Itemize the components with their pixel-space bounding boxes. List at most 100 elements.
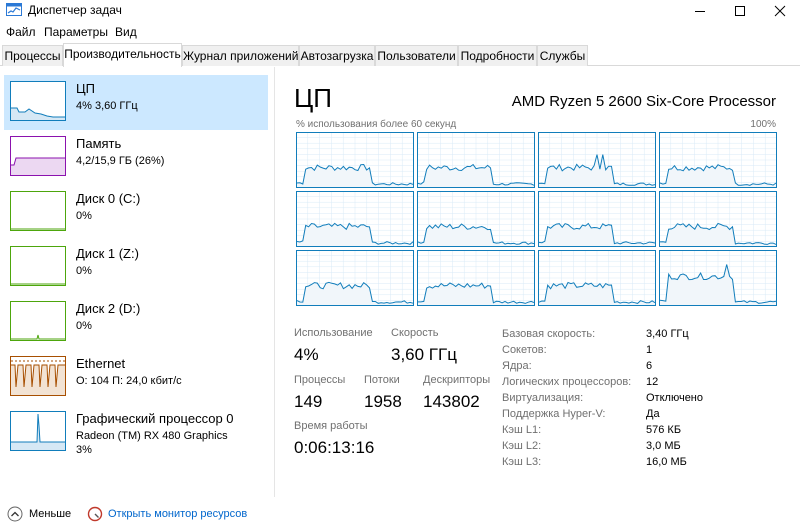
bottom-bar: Меньше Открыть монитор ресурсов [0, 500, 800, 529]
processes-label: Процессы [294, 374, 346, 386]
sidebar-item-cpu[interactable]: ЦП 4% 3,60 ГГц [4, 75, 268, 130]
core-graph [659, 250, 777, 306]
info-label: Поддержка Hyper-V: [502, 408, 606, 420]
handles-value: 143802 [423, 392, 480, 411]
tab-services[interactable]: Службы [537, 45, 588, 66]
resource-monitor-icon [87, 506, 103, 525]
core-graph [296, 250, 414, 306]
threads-label: Потоки [364, 374, 400, 386]
sidebar-item-ethernet[interactable]: Ethernet О: 104 П: 24,0 кбит/с [4, 350, 268, 405]
open-resource-monitor-link[interactable]: Открыть монитор ресурсов [108, 508, 247, 520]
info-label: Виртуализация: [502, 392, 584, 404]
minimize-button[interactable] [680, 0, 720, 21]
tab-bar: Процессы Производительность Журнал прило… [0, 43, 800, 67]
sidebar-item-gpu-model: Radeon (TM) RX 480 Graphics [76, 430, 228, 442]
core-graph [538, 250, 656, 306]
sidebar-item-disk-0[interactable]: Диск 0 (C:) 0% [4, 185, 268, 240]
page-title: ЦП [294, 83, 332, 113]
tab-app-history[interactable]: Журнал приложений [182, 45, 299, 66]
core-graph [659, 191, 777, 247]
sidebar-item-memory[interactable]: Память 4,2/15,9 ГБ (26%) [4, 130, 268, 185]
tab-users[interactable]: Пользователи [375, 45, 458, 66]
sidebar-item-disk-1[interactable]: Диск 1 (Z:) 0% [4, 240, 268, 295]
info-value: 1 [646, 344, 653, 356]
sidebar-item-label: ЦП [76, 81, 95, 96]
menu-options[interactable]: Параметры [44, 25, 108, 39]
info-value: 12 [646, 376, 659, 388]
sidebar-item-value: 4,2/15,9 ГБ (26%) [76, 155, 165, 167]
usage-value: 4% [294, 345, 319, 364]
memory-thumbnail [10, 136, 66, 176]
window-title: Диспетчер задач [28, 3, 122, 17]
title-bar: Диспетчер задач [0, 0, 800, 21]
sidebar-item-label: Графический процессор 0 [76, 411, 234, 426]
sidebar-item-label: Диск 1 (Z:) [76, 246, 139, 261]
sidebar-item-label: Ethernet [76, 356, 126, 371]
cpu-core-graphs [296, 132, 777, 309]
core-graph [417, 250, 535, 306]
chevron-up-icon[interactable] [7, 506, 23, 525]
core-graph [538, 132, 656, 188]
sidebar-item-value: 0% [76, 265, 92, 277]
core-graph [417, 132, 535, 188]
uptime-label: Время работы [294, 420, 368, 432]
sidebar-item-gpu[interactable]: Графический процессор 0 Radeon (TM) RX 4… [4, 405, 268, 467]
maximize-button[interactable] [720, 0, 760, 21]
info-value: 6 [646, 360, 653, 372]
core-graph [417, 191, 535, 247]
info-value: Отключено [646, 392, 703, 404]
speed-value: 3,60 ГГц [391, 345, 457, 364]
graph-caption: % использования более 60 секунд [296, 119, 457, 130]
info-label: Ядра: [502, 360, 532, 372]
disk-0-thumbnail [10, 191, 66, 231]
core-graph [538, 191, 656, 247]
info-value: 3,0 МБ [646, 440, 681, 452]
performance-panel: ЦП AMD Ryzen 5 2600 Six-Core Processor %… [276, 67, 800, 497]
tab-startup[interactable]: Автозагрузка [299, 45, 375, 66]
core-graph [296, 191, 414, 247]
core-graph [659, 132, 777, 188]
uptime-value: 0:06:13:16 [294, 438, 375, 457]
info-label: Кэш L2: [502, 440, 542, 452]
info-label: Кэш L1: [502, 424, 542, 436]
menu-file[interactable]: Файл [6, 25, 36, 39]
task-manager-icon [6, 3, 22, 18]
fewer-details-button[interactable]: Меньше [29, 508, 71, 520]
info-label: Сокетов: [502, 344, 547, 356]
info-label: Логических процессоров: [502, 376, 632, 388]
tab-performance[interactable]: Производительность [63, 43, 182, 67]
handles-label: Дескрипторы [423, 374, 491, 386]
disk-1-thumbnail [10, 246, 66, 286]
info-label: Кэш L3: [502, 456, 542, 468]
sidebar-item-value: 3% [76, 444, 92, 456]
cpu-thumbnail [10, 81, 66, 121]
sidebar-item-value: 0% [76, 210, 92, 222]
threads-value: 1958 [364, 392, 402, 411]
core-graph [296, 132, 414, 188]
info-label: Базовая скорость: [502, 328, 596, 340]
ethernet-thumbnail [10, 356, 66, 396]
speed-label: Скорость [391, 327, 439, 339]
processes-value: 149 [294, 392, 323, 411]
sidebar-item-label: Память [76, 136, 122, 151]
sidebar-item-label: Диск 2 (D:) [76, 301, 141, 316]
sidebar-item-label: Диск 0 (C:) [76, 191, 141, 206]
menu-view[interactable]: Вид [115, 25, 137, 39]
tab-details[interactable]: Подробности [458, 45, 537, 66]
usage-label: Использование [294, 327, 373, 339]
gpu-thumbnail [10, 411, 66, 451]
info-value: 3,40 ГГц [646, 328, 689, 340]
info-value: 16,0 МБ [646, 456, 687, 468]
disk-2-thumbnail [10, 301, 66, 341]
sidebar-item-value: 0% [76, 320, 92, 332]
graph-max-label: 100% [750, 119, 776, 130]
cpu-model: AMD Ryzen 5 2600 Six-Core Processor [511, 93, 776, 110]
close-button[interactable] [760, 0, 800, 21]
sidebar-item-disk-2[interactable]: Диск 2 (D:) 0% [4, 295, 268, 350]
info-value: 576 КБ [646, 424, 682, 436]
sidebar: ЦП 4% 3,60 ГГц Память 4,2/15,9 ГБ (26%) … [0, 67, 275, 497]
sidebar-item-value: О: 104 П: 24,0 кбит/с [76, 375, 182, 387]
core-graph-grid [296, 132, 777, 306]
info-value: Да [646, 408, 660, 420]
tab-processes[interactable]: Процессы [2, 45, 63, 66]
